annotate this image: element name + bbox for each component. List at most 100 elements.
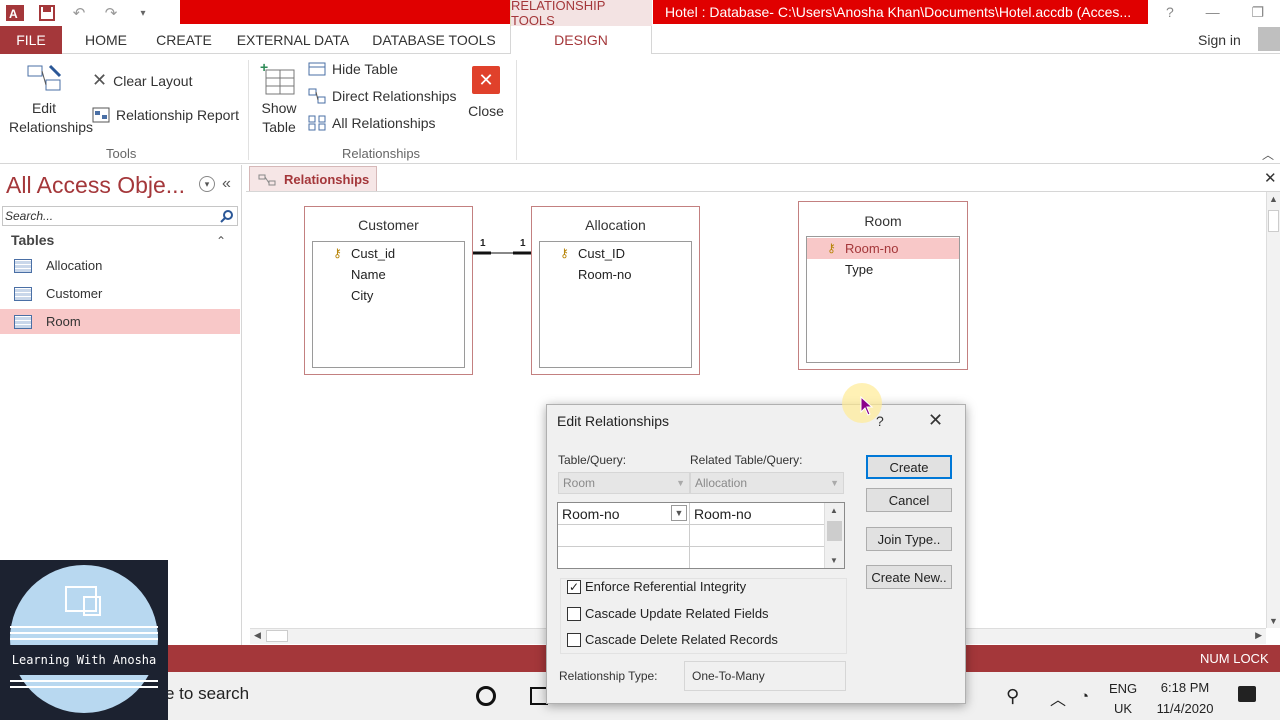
field-row[interactable]: ⚷ Cust_id	[313, 243, 464, 264]
chevron-down-icon[interactable]: ▼	[671, 505, 687, 521]
avatar[interactable]	[1258, 27, 1280, 51]
close-document-icon[interactable]: ✕	[1264, 169, 1277, 187]
all-relationships-button[interactable]: All Relationships	[308, 115, 436, 131]
tab-external-data[interactable]: EXTERNAL DATA	[228, 26, 358, 54]
collapse-ribbon-icon[interactable]: ︿	[1262, 146, 1274, 163]
restore-icon[interactable]: ❐	[1251, 4, 1264, 21]
scroll-left-icon[interactable]: ◀	[254, 630, 261, 641]
relationship-report-label: Relationship Report	[116, 107, 239, 123]
search-icon[interactable]	[218, 207, 236, 225]
scroll-thumb[interactable]	[827, 521, 842, 541]
save-icon[interactable]	[36, 3, 58, 23]
scroll-up-icon[interactable]: ▲	[1269, 194, 1278, 204]
field-list[interactable]: ⚷ Cust_ID Room-no	[539, 241, 692, 368]
nav-section-tables[interactable]: Tables	[11, 232, 54, 248]
watermark-stripe	[10, 638, 158, 640]
context-tools-label: RELATIONSHIP TOOLS	[510, 0, 652, 28]
grid-scrollbar[interactable]: ▲ ▼	[824, 503, 844, 568]
cortana-icon[interactable]	[476, 686, 496, 706]
tools-group-label: Tools	[106, 146, 137, 161]
dialog-close-icon[interactable]: ✕	[928, 410, 943, 431]
redo-icon[interactable]: ↷	[100, 3, 122, 23]
sign-in-link[interactable]: Sign in	[1198, 26, 1241, 54]
shutter-bar-close-icon[interactable]: «	[222, 175, 231, 193]
customize-qat-icon[interactable]: ▾	[132, 3, 154, 23]
field-row[interactable]: ⚷ Cust_ID	[540, 243, 691, 264]
clear-layout-button[interactable]: ✕ Clear Layout	[92, 70, 192, 91]
scroll-down-icon[interactable]: ▼	[1269, 616, 1278, 626]
empty-cell[interactable]	[558, 547, 690, 568]
notifications-icon[interactable]	[1238, 686, 1256, 702]
scroll-right-icon[interactable]: ▶	[1255, 630, 1262, 641]
direct-relationships-button[interactable]: Direct Relationships	[308, 88, 457, 104]
empty-cell[interactable]	[690, 525, 824, 547]
empty-cell[interactable]	[558, 525, 690, 547]
field-list[interactable]: ⚷ Cust_id Name City	[312, 241, 465, 368]
language-bottom: UK	[1114, 701, 1133, 716]
relationship-type-value: One-To-Many	[684, 661, 846, 691]
clock[interactable]: 6:18 PM 11/4/2020	[1150, 677, 1220, 719]
right-field-cell[interactable]: Room-no	[690, 503, 824, 525]
relationship-report-button[interactable]: Relationship Report	[92, 107, 239, 123]
field-row-selected[interactable]: ⚷ Room-no	[807, 238, 959, 259]
left-field-cell[interactable]: Room-no ▼	[558, 503, 690, 525]
field-row[interactable]: Type	[807, 259, 959, 280]
hide-table-button[interactable]: Hide Table	[308, 61, 398, 77]
network-icon[interactable]: ◔	[1080, 688, 1089, 705]
tab-design[interactable]: DESIGN	[510, 26, 652, 54]
watermark-stripe	[10, 632, 158, 634]
field-row[interactable]: Name	[313, 264, 464, 285]
help-icon[interactable]: ?	[1166, 4, 1174, 20]
close-red-x-icon: ✕	[472, 66, 500, 94]
cancel-button[interactable]: Cancel	[866, 488, 952, 512]
collapse-section-icon[interactable]: ⌃	[216, 234, 226, 248]
tab-database-tools[interactable]: DATABASE TOOLS	[364, 26, 504, 54]
nav-dropdown-icon[interactable]: ▾	[199, 176, 215, 192]
cascade-delete-checkbox[interactable]: Cascade Delete Related Records	[567, 632, 778, 647]
table-box-room[interactable]: Room ⚷ Room-no Type	[798, 201, 968, 370]
nav-search-input[interactable]: Search...	[2, 206, 238, 226]
field-label: Type	[845, 262, 874, 277]
people-icon[interactable]: ⚲	[1006, 686, 1019, 707]
watermark-stripe	[10, 686, 158, 688]
watermark-stripe	[10, 680, 158, 682]
tab-relationships-document[interactable]: Relationships	[249, 166, 377, 192]
language-indicator[interactable]: ENG UK	[1109, 679, 1137, 719]
nav-item-customer[interactable]: Customer	[0, 281, 240, 306]
show-hidden-icons-icon[interactable]: ︿	[1050, 686, 1066, 710]
scroll-down-icon[interactable]: ▼	[830, 556, 838, 565]
cascade-update-checkbox[interactable]: Cascade Update Related Fields	[567, 606, 769, 621]
tab-create[interactable]: CREATE	[150, 26, 218, 54]
scroll-thumb[interactable]	[266, 630, 288, 642]
undo-icon[interactable]: ↶	[68, 3, 90, 23]
tab-home[interactable]: HOME	[72, 26, 140, 54]
join-type-button[interactable]: Join Type..	[866, 527, 952, 551]
nav-item-allocation[interactable]: Allocation	[0, 253, 240, 278]
create-new-button[interactable]: Create New..	[866, 565, 952, 589]
table-icon	[14, 314, 32, 329]
close-label: Close	[468, 103, 504, 119]
table-box-allocation[interactable]: Allocation ⚷ Cust_ID Room-no	[531, 206, 700, 375]
field-mapping-grid[interactable]: Room-no ▼ Room-no ▲ ▼	[557, 502, 845, 569]
show-table-icon: +	[260, 59, 295, 95]
minimize-icon[interactable]: —	[1206, 4, 1220, 20]
scroll-thumb[interactable]	[1268, 210, 1279, 232]
vertical-scrollbar[interactable]: ▲ ▼	[1266, 192, 1280, 628]
field-list[interactable]: ⚷ Room-no Type	[806, 236, 960, 363]
close-relationships-button[interactable]: ✕ Close	[464, 66, 508, 121]
show-table-button[interactable]: + Show Table	[254, 59, 304, 137]
enforce-integrity-checkbox[interactable]: ✓ Enforce Referential Integrity	[567, 579, 746, 594]
table-query-combo: Room ▼	[558, 472, 690, 494]
field-row[interactable]: City	[313, 285, 464, 306]
table-box-customer[interactable]: Customer ⚷ Cust_id Name City	[304, 206, 473, 375]
nav-item-room[interactable]: Room	[0, 309, 240, 334]
taskbar-search-text[interactable]: e to search	[165, 684, 249, 704]
hide-table-label: Hide Table	[332, 61, 398, 77]
edit-relationships-button[interactable]: Edit Relationships	[2, 62, 93, 137]
nav-pane-title[interactable]: All Access Obje...	[6, 172, 185, 199]
field-row[interactable]: Room-no	[540, 264, 691, 285]
scroll-up-icon[interactable]: ▲	[830, 506, 838, 515]
create-button[interactable]: Create	[866, 455, 952, 479]
nav-item-label: Room	[46, 314, 81, 329]
tab-file[interactable]: FILE	[0, 26, 62, 54]
